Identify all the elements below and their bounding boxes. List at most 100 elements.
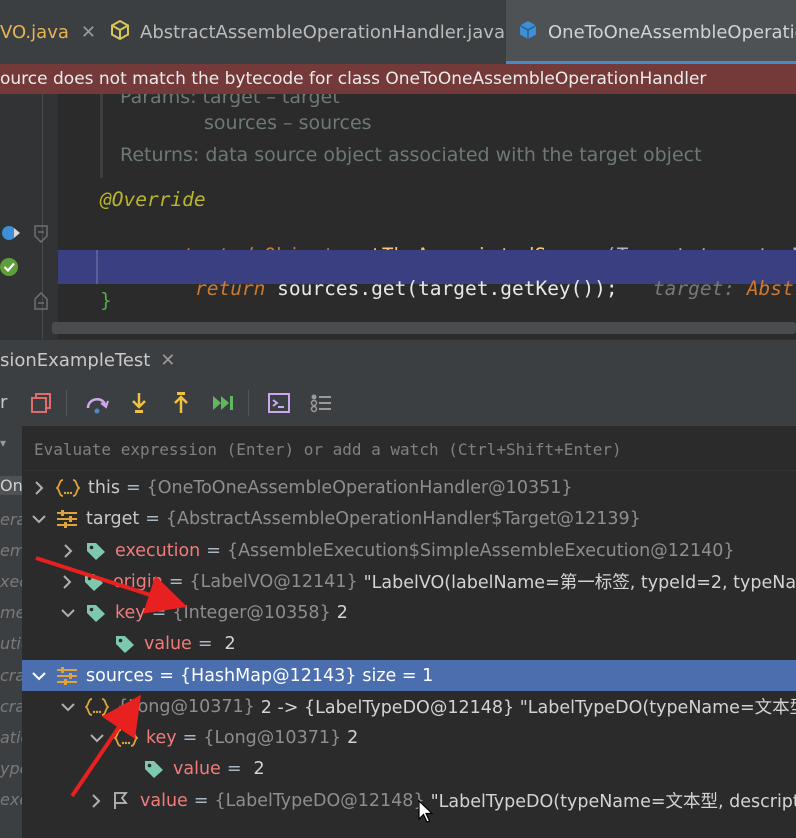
tag-icon <box>83 572 105 592</box>
variable-name: value <box>173 758 221 779</box>
run-to-cursor-icon[interactable] <box>208 388 238 418</box>
frame-item[interactable]: crai <box>0 666 22 685</box>
fold-icon[interactable] <box>33 225 49 247</box>
toolbar-separator <box>66 390 67 416</box>
variable-row[interactable]: key = {Long@10371} 2 <box>22 722 796 753</box>
variable-value: 2 <box>224 633 236 654</box>
close-icon[interactable]: ✕ <box>81 22 96 43</box>
tab-one-to-one-handler[interactable]: OneToOneAssembleOperation <box>506 0 796 64</box>
frame-item[interactable]: erat <box>0 510 22 529</box>
step-into-icon[interactable] <box>124 388 154 418</box>
fold-end-icon[interactable] <box>33 291 49 314</box>
class-icon <box>518 20 538 45</box>
watch-expression-bar <box>22 426 796 472</box>
horizontal-scrollbar[interactable] <box>52 322 796 334</box>
variable-value: 2 -> {LabelTypeDO@12148} "LabelTypeDO(ty… <box>260 698 796 718</box>
variable-row[interactable]: origin = {LabelVO@12141} "LabelVO(labelName… <box>22 566 796 597</box>
chevron-down-icon[interactable] <box>32 512 46 526</box>
debug-session-label: sionExampleTest <box>0 349 151 371</box>
closing-brace: } <box>100 289 112 312</box>
tag-icon <box>85 603 107 623</box>
flag-icon <box>112 791 132 811</box>
step-out-icon[interactable] <box>166 388 196 418</box>
override-marker-icon[interactable] <box>0 222 22 248</box>
variable-reference: {AssembleExecution$SimpleAssembleExecuti… <box>226 540 735 561</box>
equals-sign: = <box>145 508 160 529</box>
frame-item[interactable]: ype <box>0 759 22 778</box>
variable-reference: {AbstractAssembleOperationHandler$Target… <box>165 508 641 529</box>
frame-item[interactable]: exe <box>0 790 22 809</box>
variable-row[interactable]: value = {LabelTypeDO@12148} "LabelTypeDO(ty… <box>22 785 796 816</box>
equals-sign: = <box>182 727 198 748</box>
banner-text: ource does not match the bytecode for cl… <box>0 69 707 89</box>
variable-row[interactable]: key = {Integer@10358} 2 <box>22 597 796 628</box>
chevron-down-icon[interactable] <box>61 700 75 714</box>
tab-vo-java[interactable]: VO.java ✕ <box>0 0 98 64</box>
variable-row[interactable]: target = {AbstractAssembleOperationHandler… <box>22 503 796 534</box>
chevron-right-icon[interactable] <box>32 480 46 495</box>
close-icon[interactable]: ✕ <box>160 350 175 371</box>
variable-name: value <box>140 790 188 811</box>
view-options-icon[interactable] <box>306 388 336 418</box>
frame-item[interactable]: crai <box>0 697 22 716</box>
chevron-right-icon[interactable] <box>61 543 75 558</box>
object-icon <box>85 697 109 717</box>
variable-row[interactable]: value = 2 <box>22 753 796 784</box>
evaluate-expression-icon[interactable] <box>264 388 294 418</box>
variable-name: sources <box>86 665 154 686</box>
equals-sign: = <box>226 758 242 779</box>
variable-value: 2 <box>336 602 348 623</box>
override-annotation: @Override <box>100 188 206 211</box>
frame-item[interactable]: emb <box>0 541 22 560</box>
variable-row[interactable]: {Long@10371} 2 -> {LabelTypeDO@12148} "La… <box>22 691 796 722</box>
breakpoint-check-icon[interactable] <box>0 257 20 281</box>
step-over-icon[interactable] <box>82 388 112 418</box>
frame-item[interactable]: atio <box>0 728 22 747</box>
field-list-icon <box>56 666 78 686</box>
variable-reference: {OneToOneAssembleOperationHandler@10351} <box>146 477 573 498</box>
chevron-right-icon[interactable] <box>90 793 102 808</box>
variable-name: key <box>115 602 146 623</box>
variable-value: size = 1 <box>362 665 434 686</box>
variable-row[interactable]: value = 2 <box>22 628 796 659</box>
variable-reference: {LabelVO@12141} <box>189 571 358 592</box>
tab-label: AbstractAssembleOperationHandler.java <box>140 21 505 43</box>
debug-session-tab[interactable]: sionExampleTest ✕ <box>0 340 175 380</box>
indent-guide <box>96 250 98 284</box>
frame-item[interactable]: mer <box>0 603 22 622</box>
debug-session-tabs: sionExampleTest ✕ <box>0 339 796 380</box>
chevron-down-icon[interactable] <box>61 606 75 620</box>
variables-tree: this = {OneToOneAssembleOperationHandler@1… <box>22 471 796 838</box>
variable-reference: {Integer@10358} <box>172 602 331 623</box>
frame-item[interactable]: One <box>0 476 22 495</box>
return-statement: return sources.get(target.getKey()); tar… <box>148 254 796 323</box>
chevron-down-icon[interactable] <box>90 731 104 745</box>
class-icon <box>110 19 130 45</box>
variable-row[interactable]: this = {OneToOneAssembleOperationHandler@1… <box>22 472 796 503</box>
variable-row[interactable]: sources = {HashMap@12143} size = 1 <box>22 660 796 691</box>
watch-expression-input[interactable] <box>32 426 796 472</box>
bytecode-mismatch-banner: ource does not match the bytecode for cl… <box>0 64 796 94</box>
restore-layout-icon[interactable] <box>26 388 56 418</box>
editor-tab-bar: VO.java ✕ AbstractAssembleOperationHandl… <box>0 0 796 65</box>
inline-hint-value: Abstract <box>746 277 796 300</box>
frame-item[interactable]: utic <box>0 634 22 653</box>
chevron-right-icon[interactable] <box>61 574 73 589</box>
variable-name: value <box>144 633 192 654</box>
debugger-toolbar: r <box>0 380 796 427</box>
tab-abstract-handler[interactable]: AbstractAssembleOperationHandler.java ✕ <box>98 0 506 64</box>
doc-comment-bar <box>100 94 103 178</box>
keyword: return <box>194 277 266 300</box>
dropdown-arrow-icon[interactable]: ▾ <box>0 436 6 450</box>
variable-row[interactable]: execution = {AssembleExecution$SimpleAssem… <box>22 535 796 566</box>
chevron-down-icon[interactable] <box>32 669 46 683</box>
code-editor[interactable]: Params: target – target sources – source… <box>0 94 796 339</box>
variable-value: "LabelVO(labelName=第一标签, typeId=2, typeN… <box>363 573 796 593</box>
debugger-label-fragment: r <box>0 392 8 413</box>
variable-name: origin <box>113 571 163 592</box>
variable-name: execution <box>115 540 201 561</box>
mouse-cursor-icon <box>418 800 434 823</box>
frame-item[interactable]: xec <box>0 572 22 591</box>
